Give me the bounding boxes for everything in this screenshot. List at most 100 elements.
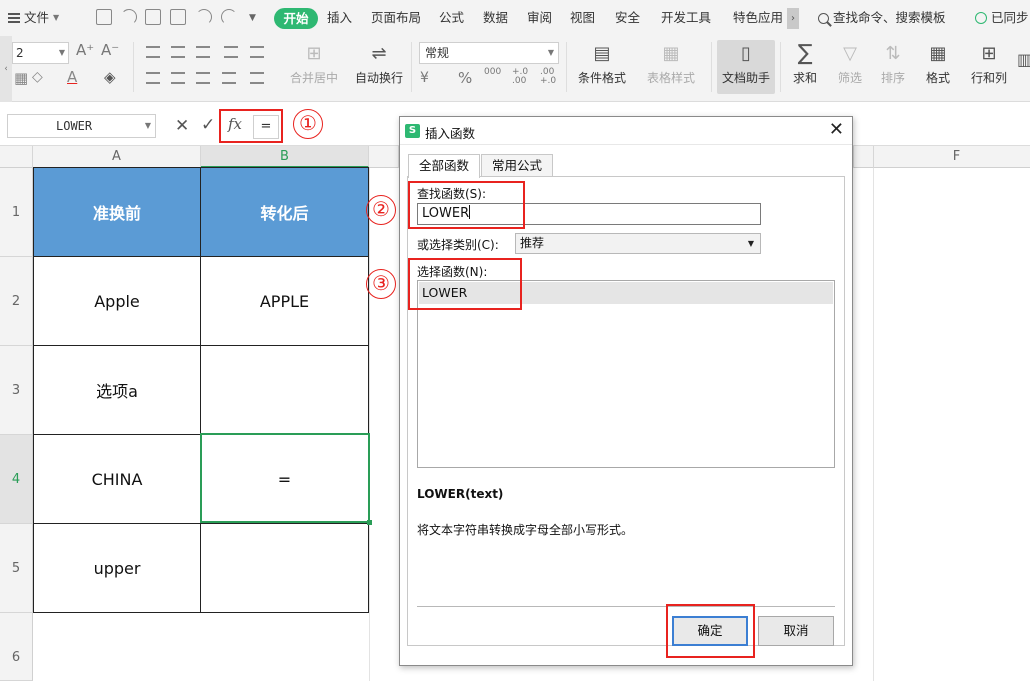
- number-format-value: 常规: [425, 46, 450, 60]
- hamburger-icon: [8, 11, 20, 25]
- name-box[interactable]: LOWER ▼: [7, 114, 156, 138]
- decrease-decimal-icon[interactable]: .00 +.0: [540, 68, 556, 86]
- insert-function-fx-button[interactable]: fx: [228, 115, 242, 133]
- cell-a2[interactable]: Apple: [33, 257, 201, 346]
- fill-color-icon[interactable]: ◇: [32, 69, 43, 85]
- currency-icon[interactable]: ¥: [420, 70, 429, 86]
- ribbon: ‹ 2 ▼ A⁺ A⁻ ▦ ◇ A ◈ ⊞ 合并居中 ⇌ 自动换行 常规 ▼ ¥…: [0, 36, 1030, 102]
- column-header-a[interactable]: A: [33, 146, 201, 168]
- row-header-1[interactable]: 1: [0, 168, 33, 257]
- tab-developer[interactable]: 开发工具: [661, 0, 711, 36]
- thousands-separator-icon[interactable]: 000: [484, 68, 501, 77]
- merge-center-button[interactable]: ⊞ 合并居中: [282, 36, 346, 102]
- sync-status[interactable]: 已同步: [975, 0, 1029, 36]
- cell-a3[interactable]: 选项a: [33, 346, 201, 435]
- tab-data[interactable]: 数据: [483, 0, 508, 36]
- increase-decimal-icon[interactable]: +.0 .00: [512, 68, 528, 86]
- font-color-icon[interactable]: A: [67, 68, 77, 86]
- column-header-b[interactable]: B: [201, 146, 369, 168]
- justify-icon[interactable]: [222, 72, 236, 84]
- cell-a5[interactable]: upper: [33, 524, 201, 613]
- category-select[interactable]: 推荐 ▼: [515, 233, 761, 254]
- merge-cells-icon: ⊞: [306, 43, 322, 64]
- row-header-2[interactable]: 2: [0, 257, 33, 346]
- column-header-f[interactable]: F: [873, 146, 1030, 168]
- tab-special-features[interactable]: 特色应用: [733, 0, 783, 36]
- formula-input[interactable]: =: [253, 115, 279, 139]
- more-tabs-chevron-icon[interactable]: ›: [787, 8, 799, 29]
- step-marker-1: ①: [293, 109, 323, 139]
- search-icon: [818, 12, 829, 24]
- align-middle-icon[interactable]: [171, 46, 185, 58]
- decrease-indent-icon[interactable]: [224, 46, 238, 58]
- callout-highlight-box: [666, 604, 755, 658]
- redo-icon[interactable]: [221, 9, 237, 25]
- cell-b3[interactable]: [201, 346, 369, 435]
- distributed-icon[interactable]: [250, 72, 264, 84]
- tab-all-functions[interactable]: 全部函数: [408, 154, 481, 178]
- close-icon[interactable]: ✕: [829, 120, 844, 140]
- tab-common-formulas[interactable]: 常用公式: [481, 154, 554, 177]
- top-menu-bar: 文件 ▼ ▼ 开始 插入 页面布局 公式 数据 审阅 视图 安全 开发工具 特色…: [0, 0, 1030, 36]
- tab-page-layout[interactable]: 页面布局: [371, 0, 421, 36]
- row-header-6[interactable]: 6: [0, 613, 33, 681]
- ribbon-scroll-left-icon[interactable]: ‹: [0, 36, 12, 102]
- number-format-select[interactable]: 常规 ▼: [419, 42, 559, 64]
- table-style-button[interactable]: ▦ 表格样式: [639, 36, 703, 102]
- print-icon[interactable]: [145, 9, 161, 25]
- font-size-select[interactable]: 2 ▼: [12, 42, 69, 64]
- cancel-button[interactable]: 取消: [758, 616, 834, 646]
- document-helper-button[interactable]: ▯ 文档助手: [717, 40, 775, 94]
- decrease-font-icon[interactable]: A⁻: [101, 41, 119, 59]
- cell-b5[interactable]: [201, 524, 369, 613]
- increase-font-icon[interactable]: A⁺: [76, 41, 94, 59]
- cell-a4[interactable]: CHINA: [33, 435, 201, 524]
- tab-review[interactable]: 审阅: [527, 0, 552, 36]
- align-right-icon[interactable]: [196, 72, 210, 84]
- customize-quick-access-icon[interactable]: ▼: [249, 0, 256, 36]
- wrap-text-button[interactable]: ⇌ 自动换行: [352, 36, 406, 102]
- file-menu[interactable]: 文件 ▼: [8, 0, 59, 36]
- row-header-3[interactable]: 3: [0, 346, 33, 435]
- confirm-formula-icon[interactable]: ✓: [201, 115, 215, 135]
- align-top-icon[interactable]: [146, 46, 160, 58]
- row-header-5[interactable]: 5: [0, 524, 33, 613]
- row-header-4[interactable]: 4: [0, 435, 33, 524]
- increase-indent-icon[interactable]: [250, 46, 264, 58]
- dialog-divider: [417, 606, 835, 607]
- tab-security[interactable]: 安全: [615, 0, 640, 36]
- chevron-down-icon: ▼: [547, 48, 554, 57]
- command-search[interactable]: 查找命令、搜索模板: [818, 0, 946, 36]
- border-icon[interactable]: ▦: [14, 69, 28, 87]
- align-bottom-icon[interactable]: [196, 46, 210, 58]
- select-all-corner[interactable]: [0, 146, 33, 168]
- name-box-value: LOWER: [56, 119, 93, 133]
- clear-format-icon[interactable]: ◈: [104, 68, 116, 86]
- format-button[interactable]: ▦ 格式: [918, 36, 958, 102]
- autosum-button[interactable]: ∑ 求和: [786, 36, 824, 102]
- sort-button[interactable]: ⇅ 排序: [874, 36, 912, 102]
- filter-button[interactable]: ▽ 筛选: [831, 36, 869, 102]
- save-icon[interactable]: [96, 9, 112, 25]
- cell-a1[interactable]: 准换前: [33, 167, 201, 257]
- conditional-format-button[interactable]: ▤ 条件格式: [571, 36, 633, 102]
- tab-formulas[interactable]: 公式: [439, 0, 464, 36]
- column-header-e[interactable]: [853, 146, 854, 168]
- align-left-icon[interactable]: [146, 72, 160, 84]
- column-header-c[interactable]: [369, 146, 399, 168]
- print-preview-icon[interactable]: [170, 9, 186, 25]
- share-icon[interactable]: [121, 9, 137, 25]
- align-center-icon[interactable]: [171, 72, 185, 84]
- cancel-formula-icon[interactable]: ✕: [175, 116, 189, 136]
- ribbon-separator: [566, 42, 567, 92]
- tab-start[interactable]: 开始: [274, 8, 318, 29]
- tab-view[interactable]: 视图: [570, 0, 595, 36]
- tab-insert[interactable]: 插入: [327, 0, 352, 36]
- row-column-button[interactable]: ⊞ 行和列: [965, 36, 1013, 102]
- cell-b1[interactable]: 转化后: [201, 167, 369, 257]
- cell-b2[interactable]: APPLE: [201, 257, 369, 346]
- percent-icon[interactable]: %: [458, 69, 472, 87]
- worksheet-icon[interactable]: ▥: [1017, 50, 1030, 69]
- dialog-title-bar[interactable]: S 插入函数 ✕: [400, 117, 852, 145]
- undo-icon[interactable]: [196, 9, 212, 25]
